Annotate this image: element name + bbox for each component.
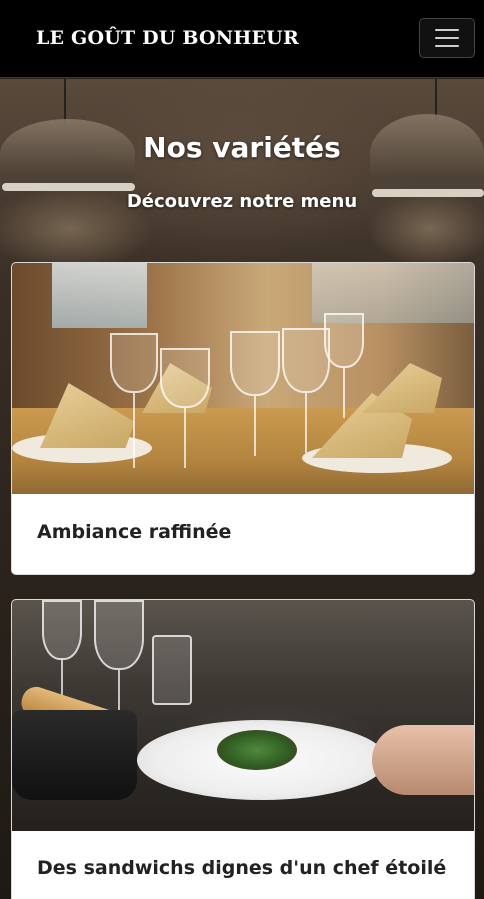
hamburger-menu-icon <box>435 45 459 47</box>
card-title: Des sandwichs dignes d'un chef étoilé <box>37 857 447 879</box>
hamburger-menu-icon <box>435 37 459 39</box>
navbar: LE GOÛT DU BONHEUR <box>0 0 484 78</box>
dining-room-photo <box>12 263 474 494</box>
card-title: Ambiance raffinée <box>37 521 232 543</box>
hamburger-menu-icon <box>435 29 459 31</box>
menu-toggle-button[interactable] <box>419 18 475 58</box>
plated-dish-photo <box>12 600 474 831</box>
card-body: Ambiance raffinée <box>12 518 474 546</box>
menu-card[interactable]: Des sandwichs dignes d'un chef étoilé <box>11 599 475 899</box>
card-body: Des sandwichs dignes d'un chef étoilé <box>12 854 474 882</box>
menu-card[interactable]: Ambiance raffinée <box>11 262 475 575</box>
page-title: Nos variétés <box>143 131 341 164</box>
brand-link[interactable]: LE GOÛT DU BONHEUR <box>36 24 299 52</box>
page-subtitle: Découvrez notre menu <box>126 191 358 212</box>
